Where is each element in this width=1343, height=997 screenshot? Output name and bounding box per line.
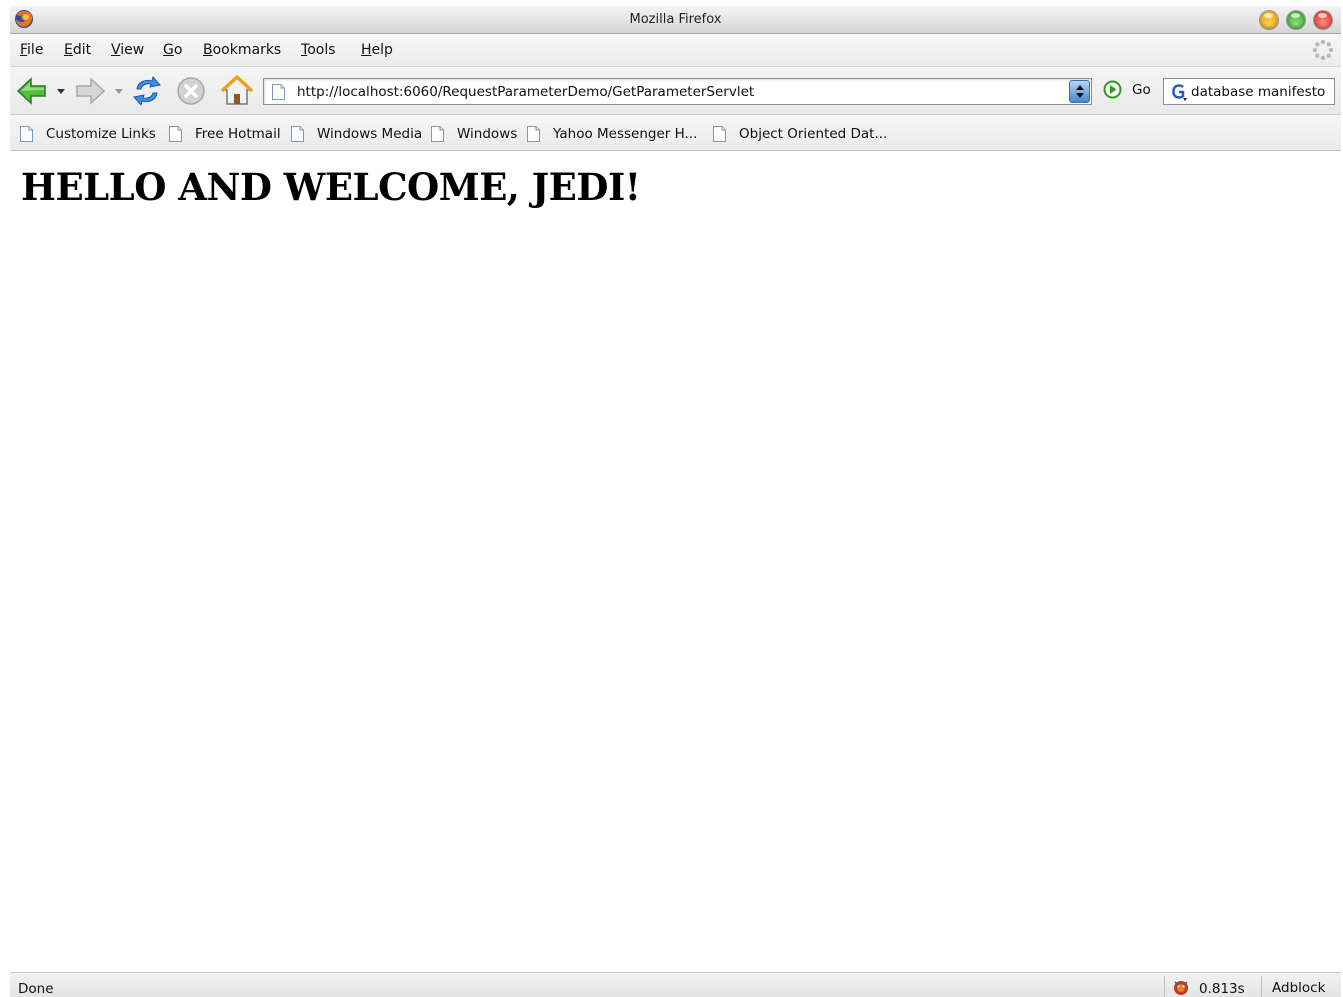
bookmark-page-icon — [169, 126, 182, 142]
page-heading: HELLO AND WELCOME, JEDI! — [21, 165, 641, 209]
bookmark-label: Windows Media — [317, 126, 423, 142]
bookmark-page-icon — [527, 126, 540, 142]
status-divider — [1261, 976, 1262, 997]
reload-icon[interactable] — [131, 75, 163, 107]
navigation-toolbar: Go — [10, 67, 1341, 115]
menu-view-accel: V — [111, 42, 121, 58]
menu-go[interactable]: Go — [163, 42, 182, 58]
bookmark-yahoo-messenger[interactable]: Yahoo Messenger H... — [527, 125, 697, 143]
menu-edit[interactable]: Edit — [64, 42, 91, 58]
page-icon — [272, 84, 285, 100]
url-input[interactable] — [297, 84, 1057, 100]
menu-help-label: elp — [371, 42, 393, 58]
window-title: Mozilla Firefox — [629, 12, 722, 27]
adblock-button[interactable]: Adblock — [1272, 980, 1325, 996]
forward-arrow-icon[interactable] — [74, 75, 106, 107]
menu-tools[interactable]: Tools — [301, 42, 336, 58]
bookmark-label: Object Oriented Dat... — [739, 126, 888, 142]
bookmark-customize-links[interactable]: Customize Links — [20, 125, 156, 143]
menu-bookmarks-label: ookmarks — [212, 42, 282, 58]
status-text: Done — [18, 981, 54, 997]
menu-bar: File Edit View Go Bookmarks Tools Help — [10, 34, 1341, 67]
bookmark-free-hotmail[interactable]: Free Hotmail — [169, 125, 281, 143]
bookmark-label: Yahoo Messenger H... — [553, 126, 698, 142]
throbber-icon — [1312, 39, 1334, 61]
menu-go-accel: G — [163, 42, 174, 58]
home-icon[interactable] — [220, 74, 254, 107]
bookmark-label: Free Hotmail — [195, 126, 281, 142]
page-content: HELLO AND WELCOME, JEDI! — [10, 152, 1341, 972]
menu-edit-label: dit — [72, 42, 92, 58]
bookmark-page-icon — [431, 126, 444, 142]
bookmark-page-icon — [713, 126, 726, 142]
search-bar[interactable] — [1163, 78, 1335, 105]
menu-go-label: o — [173, 42, 183, 58]
bookmark-label: Windows — [457, 126, 518, 142]
bookmark-windows[interactable]: Windows — [431, 125, 517, 143]
bookmark-windows-media[interactable]: Windows Media — [291, 125, 422, 143]
bookmark-object-oriented[interactable]: Object Oriented Dat... — [713, 125, 887, 143]
go-icon[interactable] — [1103, 80, 1122, 99]
url-history-dropdown[interactable] — [1069, 80, 1090, 103]
menu-view-label: iew — [120, 42, 145, 58]
url-bar[interactable] — [263, 78, 1092, 105]
menu-help-accel: H — [361, 42, 372, 58]
maximize-button[interactable] — [1287, 11, 1305, 29]
menu-file[interactable]: File — [20, 42, 43, 58]
load-time: 0.813s — [1199, 981, 1245, 997]
back-history-dropdown[interactable] — [57, 89, 65, 94]
menu-file-label: ile — [27, 42, 44, 58]
go-button[interactable]: Go — [1132, 82, 1151, 98]
menu-file-accel: F — [20, 42, 28, 58]
minimize-button[interactable] — [1260, 11, 1278, 29]
menu-tools-label: ools — [307, 42, 336, 58]
bookmark-page-icon — [291, 126, 304, 142]
browser-window: Mozilla Firefox File Edit View Go Bookma… — [10, 6, 1341, 997]
status-divider — [1164, 976, 1165, 997]
bookmark-label: Customize Links — [46, 126, 156, 142]
menu-view[interactable]: View — [111, 42, 144, 58]
bookmarks-toolbar: Customize Links Free Hotmail Windows Med… — [10, 115, 1341, 151]
forward-history-dropdown[interactable] — [115, 89, 123, 94]
bookmark-page-icon — [20, 126, 33, 142]
status-bar: Done 0.813s Adblock — [10, 972, 1341, 997]
google-icon[interactable] — [1169, 82, 1189, 102]
firebug-icon[interactable] — [1171, 977, 1191, 997]
stop-icon[interactable] — [176, 76, 206, 106]
back-arrow-icon[interactable] — [16, 75, 48, 107]
menu-bookmarks[interactable]: Bookmarks — [203, 42, 281, 58]
title-bar[interactable]: Mozilla Firefox — [10, 6, 1341, 34]
menu-bookmarks-accel: B — [203, 42, 213, 58]
close-button[interactable] — [1314, 11, 1332, 29]
menu-edit-accel: E — [64, 42, 73, 58]
menu-help[interactable]: Help — [361, 42, 393, 58]
search-input[interactable] — [1191, 84, 1333, 100]
